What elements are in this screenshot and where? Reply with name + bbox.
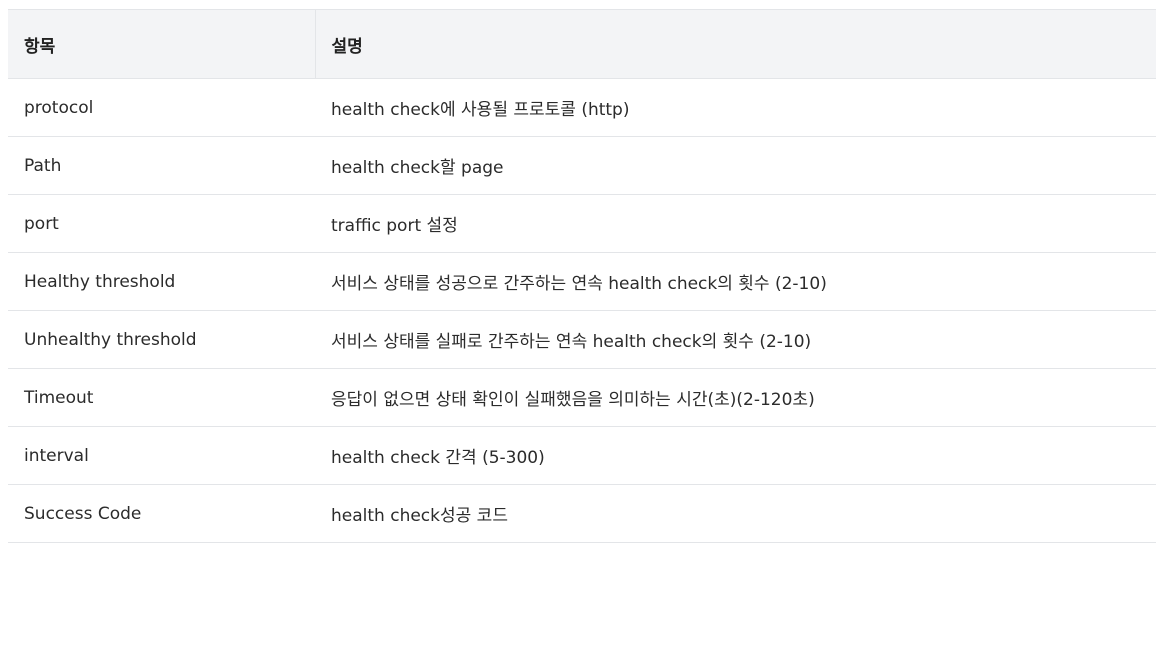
row-item: Unhealthy threshold (8, 310, 315, 369)
table-row: Healthy threshold 서비스 상태를 성공으로 간주하는 연속 h… (8, 252, 1156, 311)
health-check-table: 항목 설명 protocol health check에 사용될 프로토콜 (h… (8, 9, 1156, 543)
row-description: health check 간격 (5-300) (315, 426, 1156, 485)
header-description: 설명 (315, 9, 1156, 79)
row-description: 응답이 없으면 상태 확인이 실패했음을 의미하는 시간(초)(2-120초) (315, 368, 1156, 427)
row-item: Timeout (8, 368, 315, 427)
table-row: protocol health check에 사용될 프로토콜 (http) (8, 78, 1156, 137)
table-header: 항목 설명 (8, 9, 1156, 79)
row-description: 서비스 상태를 성공으로 간주하는 연속 health check의 횟수 (2… (315, 252, 1156, 311)
row-description: 서비스 상태를 실패로 간주하는 연속 health check의 횟수 (2-… (315, 310, 1156, 369)
row-description: health check할 page (315, 136, 1156, 195)
row-item: Healthy threshold (8, 252, 315, 311)
row-description: health check에 사용될 프로토콜 (http) (315, 78, 1156, 137)
table-body: protocol health check에 사용될 프로토콜 (http) P… (8, 78, 1156, 543)
table-row: Success Code health check성공 코드 (8, 484, 1156, 543)
table-row: Unhealthy threshold 서비스 상태를 실패로 간주하는 연속 … (8, 310, 1156, 369)
header-row: 항목 설명 (8, 9, 1156, 79)
row-item: Success Code (8, 484, 315, 543)
row-item: interval (8, 426, 315, 485)
header-item: 항목 (8, 9, 316, 79)
row-description: traffic port 설정 (315, 194, 1156, 253)
table-row: Timeout 응답이 없으면 상태 확인이 실패했음을 의미하는 시간(초)(… (8, 368, 1156, 427)
row-item: protocol (8, 78, 315, 137)
table-row: port traffic port 설정 (8, 194, 1156, 253)
health-check-table-container: 항목 설명 protocol health check에 사용될 프로토콜 (h… (8, 9, 1156, 543)
row-item: port (8, 194, 315, 253)
row-item: Path (8, 136, 315, 195)
row-description: health check성공 코드 (315, 484, 1156, 543)
table-row: Path health check할 page (8, 136, 1156, 195)
table-row: interval health check 간격 (5-300) (8, 426, 1156, 485)
